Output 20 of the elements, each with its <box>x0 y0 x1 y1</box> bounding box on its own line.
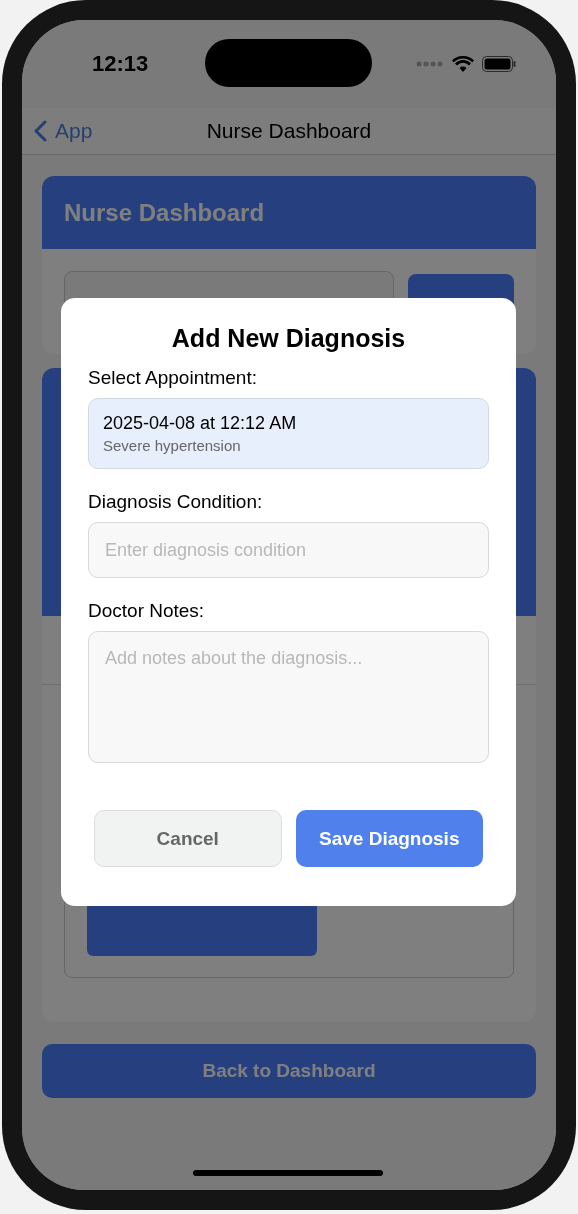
save-button[interactable]: Save Diagnosis <box>295 810 483 867</box>
notes-textarea[interactable]: Add notes about the diagnosis... <box>88 631 489 763</box>
field-label: Diagnosis Condition: <box>88 491 264 513</box>
appointment-reason: Severe hypertension <box>103 437 242 454</box>
cancel-button[interactable]: Cancel <box>94 810 282 867</box>
wifi-icon <box>452 56 474 72</box>
back-link[interactable]: App <box>22 119 93 143</box>
dashboard-title: Nurse Dashboard <box>64 198 265 227</box>
appointment-date: 2025-04-08 at 12:12 AM <box>103 413 298 434</box>
dialog-title: Add New Diagnosis <box>170 324 407 353</box>
appointment-option[interactable]: 2025-04-08 at 12:12 AM Severe hypertension <box>88 398 489 469</box>
chevron-icon <box>34 120 47 142</box>
field-label: Doctor Notes: <box>88 600 206 622</box>
field-label: Select Appointment: <box>88 367 258 389</box>
signal-icon <box>416 61 444 67</box>
back-to-dashboard-button[interactable]: Back to Dashboard <box>42 1044 536 1098</box>
status-time: 12:13 <box>92 51 149 77</box>
condition-input[interactable]: Enter diagnosis condition <box>88 522 489 578</box>
nav-title: Nurse Dashboard <box>206 119 372 142</box>
battery-icon <box>482 56 516 72</box>
